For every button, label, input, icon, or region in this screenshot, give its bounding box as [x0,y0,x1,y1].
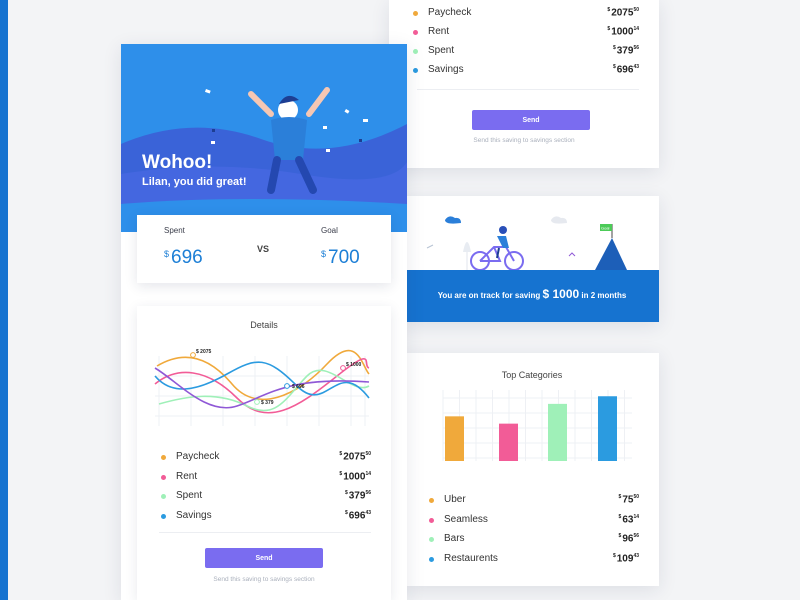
legend-amount: $100014 [607,26,639,38]
legend-amount: $10943 [612,552,639,564]
legend-row: Paycheck $207550 [413,7,639,21]
legend-label: Seamless [444,513,488,525]
legend-color-dot [161,455,166,460]
series-line-savings [154,361,370,399]
legend-color-dot [413,11,418,16]
legend-label: Spent [428,45,455,56]
category-bar-restaurents [598,396,617,461]
track-prefix: You are on track for saving [437,291,541,300]
legend-amount: $69643 [344,509,371,521]
send-button[interactable]: Send [472,110,590,130]
send-note: Send this saving to savings section [473,137,575,144]
legend-label: Paycheck [428,7,472,18]
on-track-card: Goal You are on track for saving $ 1000 … [405,196,659,322]
legend-label: Paycheck [176,451,220,462]
legend-label: Savings [428,64,464,75]
legend-amount: $7550 [618,494,639,506]
legend-amount: $207550 [339,451,371,463]
send-note: Send this saving to savings section [213,576,315,583]
card-title: Details [250,320,278,330]
legend-color-dot [161,494,166,499]
legend-row: Rent $100014 [413,26,639,40]
spent-label: Spent [164,226,185,235]
goal-value: $700 [321,247,360,269]
annotation-2075: $ 2075 [196,349,212,355]
spent-value: $696 [164,247,203,269]
legend-color-dot [429,556,434,562]
track-suffix: in 2 months [581,291,627,300]
category-bar-uber [445,416,464,461]
legend-row: Savings $69643 [413,64,639,78]
legend-row: Spent $37956 [413,45,639,59]
legend-label: Bars [444,533,465,544]
top-categories-card: Top Categories Uber $7550 Seamless $6314 Bar… [405,353,659,586]
legend-amount: $69643 [612,64,639,76]
divider [417,89,639,90]
data-point-marker [340,365,346,371]
data-point-marker [284,383,290,389]
celebration-panel: Wohoo! Lilan, you did great! Spent $696 … [121,44,407,600]
card-title: Top Categories [501,370,563,380]
legend-row: Bars $9656 [429,533,639,547]
spent-vs-goal-card: Spent $696 VS Goal $700 [137,215,391,283]
details-card: Details $ 2075 $ 1000 $ 696 $ 379 Payche… [137,306,391,600]
summary-card-top: Paycheck $207550 Rent $100014 Spent $37956 Sav… [389,0,659,168]
category-bar-bars [548,403,567,461]
legend-label: Rent [176,470,198,482]
legend-row: Uber $7550 [429,494,639,508]
legend-color-dot [429,517,434,523]
legend-row: Seamless $6314 [429,514,639,528]
legend-color-dot [161,513,166,519]
annotation-379: $ 379 [261,400,274,406]
vs-label: VS [257,244,270,254]
legend-row: Paycheck $207550 [161,451,371,465]
legend-row: Spent $37956 [161,490,371,504]
annotation-1000: $ 1000 [346,362,362,368]
legend-label: Spent [176,490,203,501]
hero-title: Wohoo! [142,152,213,173]
legend-amount: $207550 [607,7,639,19]
legend-label: Restaurents [444,552,498,564]
category-bar-chart [442,390,632,461]
legend-amount: $37956 [344,490,371,502]
divider [159,532,371,533]
legend-color-dot [429,498,434,503]
legend-row: Rent $100014 [161,471,371,485]
legend-amount: $9656 [618,533,639,545]
data-point-marker [190,352,196,358]
spent-amount: 696 [171,247,203,268]
legend-amount: $6314 [618,513,639,525]
currency-symbol: $ [321,249,327,259]
goal-flag-label: Goal [601,226,610,231]
legend-row: Savings $69643 [161,510,371,524]
track-amount: $ 1000 [542,287,580,301]
data-point-marker [254,399,260,405]
legend-color-dot [161,474,166,480]
hero-banner: Wohoo! Lilan, you did great! [121,44,407,232]
legend-color-dot [413,49,418,54]
goal-label: Goal [321,226,338,235]
legend-amount: $100014 [339,470,371,482]
legend-color-dot [413,68,418,73]
send-button[interactable]: Send [205,548,323,568]
annotation-696: $ 696 [292,384,305,390]
category-bar-seamless [499,423,518,461]
legend-label: Savings [176,509,212,521]
legend-row: Restaurents $10943 [429,553,639,567]
currency-symbol: $ [164,249,170,259]
legend-color-dot [413,30,418,35]
hero-subtitle: Lilan, you did great! [142,176,247,188]
legend-color-dot [429,537,434,542]
legend-label: Rent [428,26,450,37]
on-track-banner: You are on track for saving $ 1000 in 2 … [405,270,659,322]
celebration-illustration [121,87,407,232]
goal-amount: 700 [328,247,360,268]
details-line-chart: $ 2075 $ 1000 $ 696 $ 379 [154,349,370,426]
legend-label: Uber [444,494,466,505]
left-accent-strip [0,0,8,600]
legend-amount: $37956 [612,45,639,57]
